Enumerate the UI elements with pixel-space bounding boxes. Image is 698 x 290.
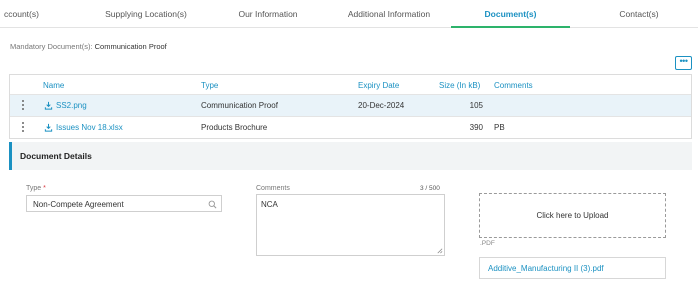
tab-contacts[interactable]: Contact(s) (600, 0, 678, 28)
comments-char-counter: 3 / 500 (420, 185, 440, 192)
document-name-link[interactable]: SS2.png (56, 101, 87, 110)
table-row[interactable]: Issues Nov 18.xlsx Products Brochure 390… (10, 117, 691, 139)
comments-label: Comments (256, 185, 290, 192)
tab-supplying-locations[interactable]: Supplying Location(s) (82, 0, 210, 28)
document-expiry: 20-Dec-2024 (358, 101, 405, 110)
document-type: Products Brochure (201, 123, 268, 132)
comments-textarea[interactable]: NCA (256, 194, 445, 256)
row-actions-icon[interactable] (22, 100, 25, 112)
documents-table: Name Type Expiry Date Size (In kB) Comme… (9, 74, 692, 139)
download-icon[interactable] (44, 123, 53, 132)
resize-handle-icon[interactable] (436, 247, 443, 254)
upload-dropzone[interactable]: Click here to Upload (479, 193, 666, 238)
allowed-extension: .PDF (480, 240, 495, 247)
mandatory-documents-value: Communication Proof (94, 42, 167, 51)
tab-bar: ccount(s) Supplying Location(s) Our Info… (0, 0, 698, 28)
document-size: 105 (469, 101, 483, 110)
document-name-link[interactable]: Issues Nov 18.xlsx (56, 123, 123, 132)
tab-documents[interactable]: Document(s) (451, 0, 570, 28)
mandatory-documents-label: Mandatory Document(s): (10, 42, 93, 51)
type-select-field[interactable]: Non-Compete Agreement (26, 195, 222, 212)
column-header-type[interactable]: Type (201, 81, 218, 90)
document-size: 390 (469, 123, 483, 132)
comments-value: NCA (261, 200, 278, 209)
uploaded-file[interactable]: Additive_Manufacturing II (3).pdf (479, 257, 666, 279)
document-details-header: Document Details (9, 142, 692, 170)
column-header-expiry-date[interactable]: Expiry Date (358, 81, 399, 90)
column-header-size[interactable]: Size (In kB) (439, 81, 480, 90)
type-value: Non-Compete Agreement (33, 200, 124, 209)
document-type: Communication Proof (201, 101, 278, 110)
row-actions-icon[interactable] (22, 122, 25, 134)
more-icon: ••• (679, 56, 688, 66)
download-icon[interactable] (44, 101, 53, 110)
tab-accounts[interactable]: ccount(s) (0, 0, 68, 28)
type-label: Type * (26, 185, 46, 192)
search-icon[interactable] (208, 200, 217, 209)
mandatory-documents: Mandatory Document(s): Communication Pro… (10, 42, 167, 51)
column-header-name[interactable]: Name (43, 81, 64, 90)
document-comments: PB (494, 123, 505, 132)
column-header-comments[interactable]: Comments (494, 81, 533, 90)
document-details-title: Document Details (20, 151, 92, 161)
required-mark: * (43, 185, 46, 192)
table-header: Name Type Expiry Date Size (In kB) Comme… (10, 75, 691, 95)
table-row[interactable]: SS2.png Communication Proof 20-Dec-2024 … (10, 95, 691, 117)
tab-additional-information[interactable]: Additional Information (330, 0, 448, 28)
upload-label: Click here to Upload (536, 211, 609, 220)
uploaded-file-link[interactable]: Additive_Manufacturing II (3).pdf (488, 264, 604, 273)
more-options-button[interactable]: ••• (675, 56, 692, 70)
tab-our-information[interactable]: Our Information (222, 0, 314, 28)
